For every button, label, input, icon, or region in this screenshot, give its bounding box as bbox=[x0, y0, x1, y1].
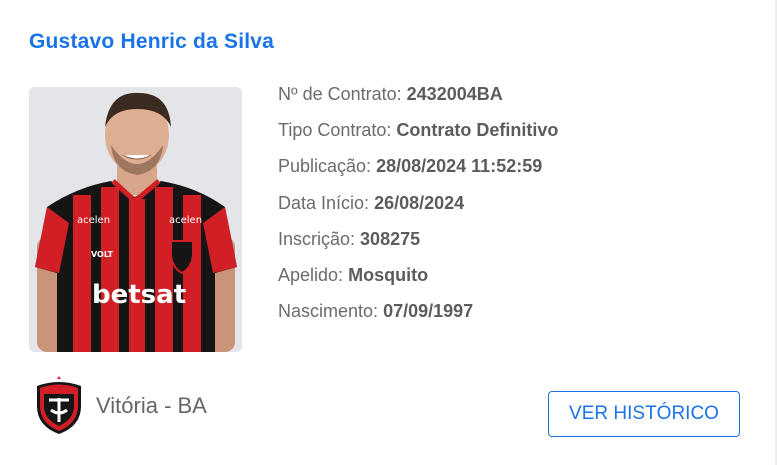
jersey-brand-text: VOLT bbox=[91, 250, 114, 259]
view-history-button[interactable]: VER HISTÓRICO bbox=[548, 391, 740, 437]
detail-label: Nº de Contrato: bbox=[278, 84, 402, 104]
vitoria-crest-icon bbox=[33, 376, 85, 436]
player-card: Gustavo Henric da Silva acelen acelen VO… bbox=[0, 0, 777, 465]
detail-contract-type: Tipo Contrato: Contrato Definitivo bbox=[278, 116, 558, 152]
detail-value: 28/08/2024 11:52:59 bbox=[376, 156, 543, 177]
detail-label: Publicação: bbox=[278, 156, 372, 177]
player-name: Gustavo Henric da Silva bbox=[29, 30, 275, 53]
jersey-sponsor-right-text: acelen bbox=[169, 215, 202, 226]
detail-label: Tipo Contrato: bbox=[278, 120, 392, 141]
detail-birth-date: Nascimento: 07/09/1997 bbox=[278, 297, 558, 333]
jersey-sponsor-left-text: acelen bbox=[77, 215, 110, 226]
jersey-main-sponsor-text: betsat bbox=[92, 280, 186, 310]
detail-publication: Publicação: 28/08/2024 11:52:59 bbox=[278, 152, 558, 188]
club-name: Vitória - BA bbox=[96, 393, 207, 418]
detail-registration: Inscrição: 308275 bbox=[278, 225, 558, 261]
player-photo: acelen acelen VOLT betsat bbox=[29, 87, 242, 352]
detail-value: 308275 bbox=[360, 228, 421, 249]
detail-label: Nascimento: bbox=[278, 301, 379, 322]
detail-value: 2432004BA bbox=[406, 84, 503, 104]
detail-label: Apelido: bbox=[278, 264, 344, 285]
detail-value: 07/09/1997 bbox=[383, 301, 474, 322]
detail-start-date: Data Início: 26/08/2024 bbox=[278, 189, 558, 225]
detail-label: Data Início: bbox=[278, 192, 370, 213]
detail-value: 26/08/2024 bbox=[374, 192, 465, 213]
detail-nickname: Apelido: Mosquito bbox=[278, 261, 558, 297]
detail-label: Inscrição: bbox=[278, 228, 356, 249]
contract-details: Nº de Contrato: 2432004BA Tipo Contrato:… bbox=[278, 80, 558, 333]
detail-contract-number: Nº de Contrato: 2432004BA bbox=[278, 80, 558, 116]
detail-value: Mosquito bbox=[348, 264, 429, 285]
detail-value: Contrato Definitivo bbox=[396, 120, 559, 141]
